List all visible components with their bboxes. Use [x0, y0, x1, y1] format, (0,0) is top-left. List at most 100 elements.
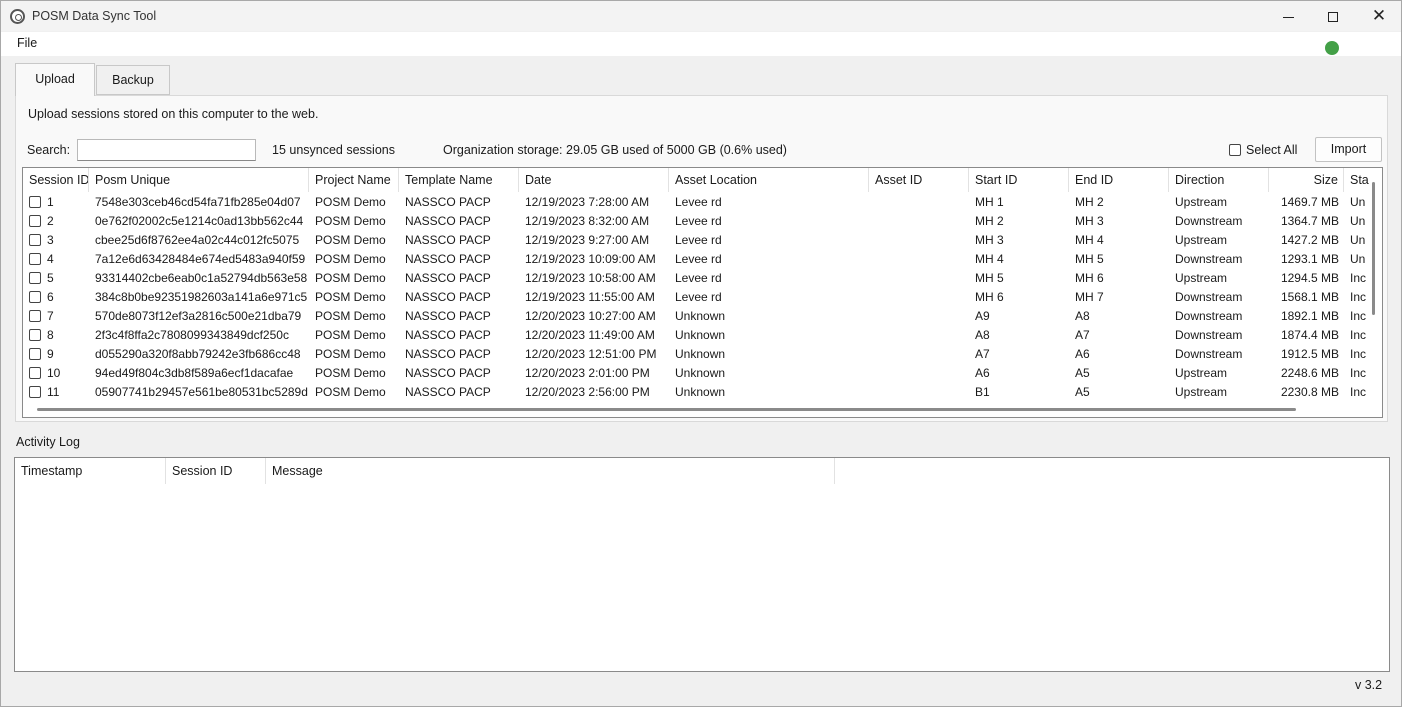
table-row[interactable]: 4 7a12e6d63428484e674ed5483a940f59 POSM De… [23, 250, 1373, 269]
cell-asset-location: Unknown [675, 347, 726, 361]
row-checkbox[interactable] [29, 234, 41, 246]
cell-posm-unique: 570de8073f12ef3a2816c500e21dba79 [95, 309, 302, 323]
session-id-text: 1 [47, 195, 54, 209]
cell-project-name: POSM Demo [315, 328, 386, 342]
cell-project-name: POSM Demo [315, 252, 386, 266]
window-title: POSM Data Sync Tool [32, 9, 157, 23]
cell-project-name: POSM Demo [315, 290, 386, 304]
table-row[interactable]: 1 7548e303ceb46cd54fa71fb285e04d07 POSM De… [23, 193, 1373, 212]
cell-asset-location: Levee rd [675, 214, 722, 228]
log-column-message[interactable]: Message [266, 458, 835, 484]
title-bar[interactable]: POSM Data Sync Tool ✕ [1, 1, 1401, 31]
table-row[interactable]: 9 d055290a320f8abb79242e3fb686cc48 POSM De… [23, 345, 1373, 364]
cell-start-id: A9 [975, 309, 990, 323]
row-checkbox[interactable] [29, 386, 41, 398]
column-header-session-id[interactable]: Session ID [23, 168, 89, 192]
cell-asset-id [869, 364, 969, 383]
minimize-button[interactable] [1265, 1, 1311, 31]
close-button[interactable]: ✕ [1356, 1, 1402, 31]
column-header-start-id[interactable]: Start ID [969, 168, 1069, 192]
horizontal-scrollbar[interactable] [37, 408, 1296, 411]
cell-session-id: 8 [23, 326, 89, 345]
column-header-date[interactable]: Date [519, 168, 669, 192]
table-row[interactable]: 11 05907741b29457e561be80531bc5289d POSM D… [23, 383, 1373, 402]
cell-session-id: 2 [23, 212, 89, 231]
table-row[interactable]: 8 2f3c4f8ffa2c7808099343849dcf250c POSM De… [23, 326, 1373, 345]
cell-date: 12/19/2023 10:09:00 AM [525, 252, 656, 266]
tab-backup[interactable]: Backup [96, 65, 170, 95]
maximize-button[interactable] [1310, 1, 1356, 31]
table-row[interactable]: 10 94ed49f804c3db8f589a6ecf1dacafae POSM D… [23, 364, 1373, 383]
cell-size: 1892.1 MB [1280, 309, 1339, 323]
cell-end-id: MH 7 [1075, 290, 1104, 304]
log-column-session-id[interactable]: Session ID [166, 458, 266, 484]
cell-end-id: MH 3 [1075, 214, 1104, 228]
cell-end-id: MH 4 [1075, 233, 1104, 247]
cell-asset-id [869, 212, 969, 231]
session-id-text: 8 [47, 328, 54, 342]
column-header-posm-unique[interactable]: Posm Unique [89, 168, 309, 192]
select-all-checkbox[interactable]: Select All [1229, 143, 1297, 157]
cell-date: 12/19/2023 7:28:00 AM [525, 195, 650, 209]
table-row[interactable]: 7 570de8073f12ef3a2816c500e21dba79 POSM De… [23, 307, 1373, 326]
column-header-size[interactable]: Size [1269, 168, 1344, 192]
cell-date: 12/19/2023 8:32:00 AM [525, 214, 650, 228]
column-header-asset-id[interactable]: Asset ID [869, 168, 969, 192]
session-id-text: 2 [47, 214, 54, 228]
vertical-scrollbar[interactable] [1372, 182, 1375, 315]
row-checkbox[interactable] [29, 215, 41, 227]
cell-start-id: A8 [975, 328, 990, 342]
cell-start-id: B1 [975, 385, 990, 399]
app-window: POSM Data Sync Tool ✕ File Upload Backup… [0, 0, 1402, 707]
cell-template-name: NASSCO PACP [405, 271, 491, 285]
cell-posm-unique: 384c8b0be92351982603a141a6e971c5 [95, 290, 308, 304]
cell-posm-unique: 93314402cbe6eab0c1a52794db563e58 [95, 271, 308, 285]
cell-template-name: NASSCO PACP [405, 328, 491, 342]
cell-start-id: MH 3 [975, 233, 1004, 247]
row-checkbox[interactable] [29, 253, 41, 265]
column-header-asset-location[interactable]: Asset Location [669, 168, 869, 192]
cell-size: 1294.5 MB [1280, 271, 1339, 285]
minimize-icon [1282, 16, 1294, 18]
table-row[interactable]: 5 93314402cbe6eab0c1a52794db563e58 POSM De… [23, 269, 1373, 288]
column-header-end-id[interactable]: End ID [1069, 168, 1169, 192]
cell-end-id: A8 [1075, 309, 1090, 323]
cell-template-name: NASSCO PACP [405, 366, 491, 380]
cell-asset-id [869, 269, 969, 288]
upload-panel: Upload sessions stored on this computer … [15, 95, 1388, 422]
row-checkbox[interactable] [29, 196, 41, 208]
menu-file[interactable]: File [10, 36, 44, 50]
table-row[interactable]: 3 cbee25d6f8762ee4a02c44c012fc5075 POSM De… [23, 231, 1373, 250]
row-checkbox[interactable] [29, 291, 41, 303]
column-header-template-name[interactable]: Template Name [399, 168, 519, 192]
import-button[interactable]: Import [1315, 137, 1382, 162]
cell-posm-unique: cbee25d6f8762ee4a02c44c012fc5075 [95, 233, 300, 247]
session-id-text: 4 [47, 252, 54, 266]
row-checkbox[interactable] [29, 272, 41, 284]
cell-project-name: POSM Demo [315, 309, 386, 323]
row-checkbox[interactable] [29, 329, 41, 341]
search-input[interactable] [77, 139, 256, 161]
tab-upload[interactable]: Upload [15, 63, 95, 96]
table-row[interactable]: 6 384c8b0be92351982603a141a6e971c5 POSM De… [23, 288, 1373, 307]
cell-posm-unique: 94ed49f804c3db8f589a6ecf1dacafae [95, 366, 294, 380]
cell-end-id: A5 [1075, 385, 1090, 399]
row-checkbox[interactable] [29, 310, 41, 322]
cell-session-id: 11 [23, 383, 89, 402]
cell-project-name: POSM Demo [315, 214, 386, 228]
column-header-direction[interactable]: Direction [1169, 168, 1269, 192]
table-row[interactable]: 2 0e762f02002c5e1214c0ad13bb562c44 POSM De… [23, 212, 1373, 231]
row-checkbox[interactable] [29, 367, 41, 379]
column-header-status[interactable]: Sta [1344, 168, 1374, 192]
column-header-project-name[interactable]: Project Name [309, 168, 399, 192]
log-column-timestamp[interactable]: Timestamp [15, 458, 166, 484]
checkbox-icon [1229, 144, 1241, 156]
cell-start-id: MH 1 [975, 195, 1004, 209]
cell-asset-location: Unknown [675, 309, 726, 323]
cell-end-id: A5 [1075, 366, 1090, 380]
cell-project-name: POSM Demo [315, 195, 386, 209]
cell-posm-unique: 2f3c4f8ffa2c7808099343849dcf250c [95, 328, 289, 342]
cell-end-id: A6 [1075, 347, 1090, 361]
row-checkbox[interactable] [29, 348, 41, 360]
cell-template-name: NASSCO PACP [405, 290, 491, 304]
